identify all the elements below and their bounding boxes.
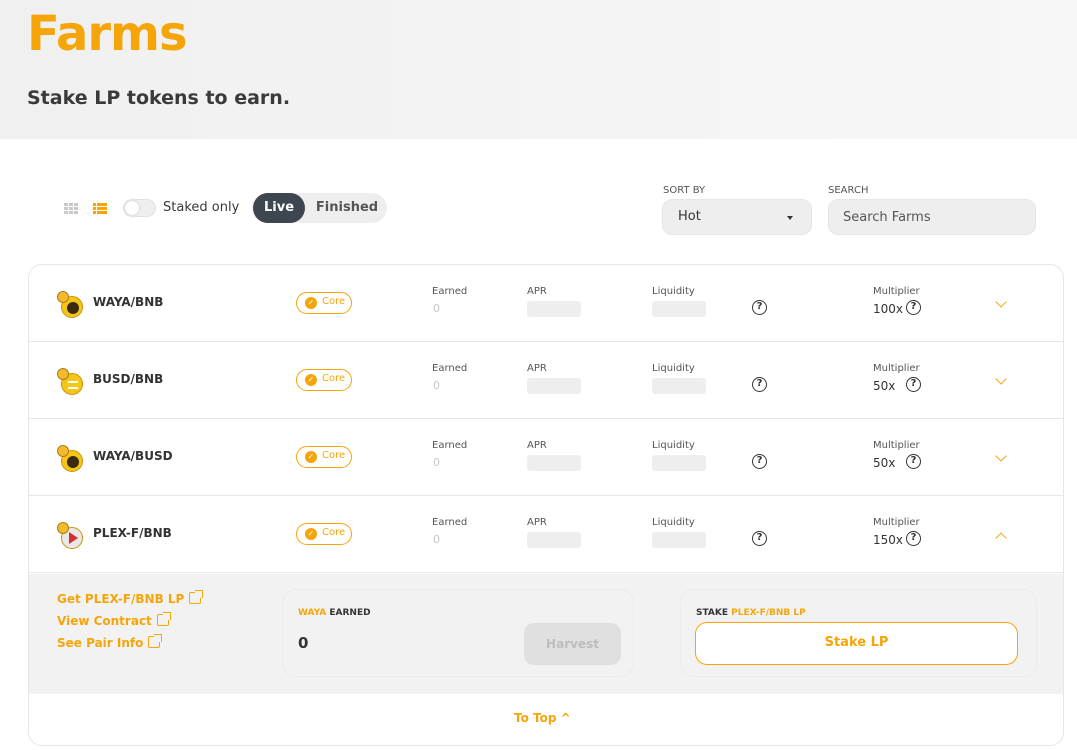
check-icon: ✓ bbox=[305, 297, 317, 309]
earned-label: Earned bbox=[432, 286, 468, 297]
liquidity-label: Liquidity bbox=[652, 440, 695, 451]
multiplier-label: Multiplier bbox=[873, 363, 920, 374]
stake-heading: STAKE PLEX-F/BNB LP bbox=[696, 608, 806, 618]
earned-value: 0 bbox=[433, 302, 440, 315]
external-link-icon bbox=[148, 634, 163, 648]
apr-label: APR bbox=[527, 517, 547, 528]
multiplier-value: 100x bbox=[873, 302, 904, 316]
multiplier-help-icon[interactable]: ? bbox=[906, 377, 921, 392]
liquidity-label: Liquidity bbox=[652, 363, 695, 374]
core-badge: ✓ Core bbox=[296, 446, 352, 468]
get-lp-link[interactable]: Get PLEX-F/BNB LP bbox=[57, 590, 204, 606]
list-view-icon[interactable] bbox=[93, 203, 107, 215]
sort-select[interactable]: Hot bbox=[662, 199, 812, 235]
liquidity-skeleton bbox=[652, 532, 706, 548]
earned-heading: WAYA EARNED bbox=[298, 608, 371, 618]
sort-by-label: SORT BY bbox=[663, 185, 706, 196]
chevron-down-icon[interactable] bbox=[995, 450, 1007, 462]
apr-skeleton bbox=[527, 301, 581, 317]
staked-only-label: Staked only bbox=[163, 200, 240, 215]
farm-row[interactable]: BUSD/BNB ✓ Core Earned 0 APR Liquidity ?… bbox=[29, 342, 1063, 419]
core-badge: ✓ Core bbox=[296, 369, 352, 391]
liquidity-skeleton bbox=[652, 301, 706, 317]
chevron-up-icon[interactable] bbox=[995, 532, 1007, 544]
harvest-button[interactable]: Harvest bbox=[524, 623, 621, 665]
multiplier-value: 50x bbox=[873, 379, 896, 393]
external-link-icon bbox=[156, 612, 171, 626]
search-input[interactable] bbox=[828, 199, 1036, 235]
liquidity-help-icon[interactable]: ? bbox=[752, 377, 767, 392]
liquidity-label: Liquidity bbox=[652, 517, 695, 528]
busd-bnb-token-icon bbox=[57, 368, 87, 396]
earned-label: Earned bbox=[432, 517, 468, 528]
pair-name: WAYA/BUSD bbox=[93, 449, 173, 463]
liquidity-skeleton bbox=[652, 378, 706, 394]
page-header: Farms Stake LP tokens to earn. bbox=[0, 0, 1077, 139]
page-subtitle: Stake LP tokens to earn. bbox=[27, 87, 291, 109]
waya-bnb-token-icon bbox=[57, 291, 87, 319]
view-contract-link[interactable]: View Contract bbox=[57, 612, 171, 628]
apr-label: APR bbox=[527, 440, 547, 451]
farms-table: WAYA/BNB ✓ Core Earned 0 APR Liquidity ?… bbox=[28, 264, 1064, 746]
tab-live[interactable]: Live bbox=[253, 193, 305, 223]
stake-lp-button[interactable]: Stake LP bbox=[695, 622, 1018, 665]
apr-label: APR bbox=[527, 286, 547, 297]
multiplier-label: Multiplier bbox=[873, 517, 920, 528]
liquidity-skeleton bbox=[652, 455, 706, 471]
grid-view-icon[interactable] bbox=[64, 203, 78, 215]
multiplier-label: Multiplier bbox=[873, 286, 920, 297]
pair-name: WAYA/BNB bbox=[93, 295, 164, 309]
external-link-icon bbox=[189, 590, 204, 604]
farm-row[interactable]: WAYA/BUSD ✓ Core Earned 0 APR Liquidity … bbox=[29, 419, 1063, 496]
multiplier-label: Multiplier bbox=[873, 440, 920, 451]
earned-amount: 0 bbox=[298, 634, 309, 652]
live-finished-tabs: Live Finished bbox=[252, 193, 387, 223]
apr-skeleton bbox=[527, 532, 581, 548]
liquidity-help-icon[interactable]: ? bbox=[752, 300, 767, 315]
page-title: Farms bbox=[27, 6, 188, 62]
liquidity-help-icon[interactable]: ? bbox=[752, 454, 767, 469]
farm-row[interactable]: WAYA/BNB ✓ Core Earned 0 APR Liquidity ?… bbox=[29, 265, 1063, 342]
sort-value: Hot bbox=[678, 209, 701, 224]
multiplier-value: 50x bbox=[873, 456, 896, 470]
core-badge: ✓ Core bbox=[296, 292, 352, 314]
earned-label: Earned bbox=[432, 440, 468, 451]
chevron-down-icon[interactable] bbox=[995, 296, 1007, 308]
apr-skeleton bbox=[527, 455, 581, 471]
core-badge: ✓ Core bbox=[296, 523, 352, 545]
multiplier-value: 150x bbox=[873, 533, 904, 547]
harvest-card: WAYA EARNED 0 Harvest bbox=[282, 589, 634, 677]
caret-down-icon bbox=[787, 216, 793, 220]
multiplier-help-icon[interactable]: ? bbox=[906, 300, 921, 315]
to-top-button[interactable]: To Top ^ bbox=[514, 711, 571, 725]
earned-value: 0 bbox=[433, 456, 440, 469]
stake-card: STAKE PLEX-F/BNB LP Stake LP bbox=[680, 589, 1037, 677]
tab-finished[interactable]: Finished bbox=[309, 193, 385, 223]
apr-skeleton bbox=[527, 378, 581, 394]
see-pair-info-link[interactable]: See Pair Info bbox=[57, 634, 163, 650]
farm-details-panel: Get PLEX-F/BNB LP View Contract See Pair… bbox=[29, 574, 1063, 694]
multiplier-help-icon[interactable]: ? bbox=[906, 531, 921, 546]
liquidity-label: Liquidity bbox=[652, 286, 695, 297]
multiplier-help-icon[interactable]: ? bbox=[906, 454, 921, 469]
pair-name: BUSD/BNB bbox=[93, 372, 164, 386]
earned-value: 0 bbox=[433, 379, 440, 392]
earned-value: 0 bbox=[433, 533, 440, 546]
check-icon: ✓ bbox=[305, 528, 317, 540]
waya-busd-token-icon bbox=[57, 445, 87, 473]
chevron-down-icon[interactable] bbox=[995, 373, 1007, 385]
apr-label: APR bbox=[527, 363, 547, 374]
search-label: SEARCH bbox=[828, 185, 869, 196]
farm-row[interactable]: PLEX-F/BNB ✓ Core Earned 0 APR Liquidity… bbox=[29, 496, 1063, 573]
pair-name: PLEX-F/BNB bbox=[93, 526, 172, 540]
earned-label: Earned bbox=[432, 363, 468, 374]
liquidity-help-icon[interactable]: ? bbox=[752, 531, 767, 546]
staked-only-toggle[interactable] bbox=[123, 199, 156, 217]
plex-bnb-token-icon bbox=[57, 522, 87, 550]
check-icon: ✓ bbox=[305, 374, 317, 386]
check-icon: ✓ bbox=[305, 451, 317, 463]
